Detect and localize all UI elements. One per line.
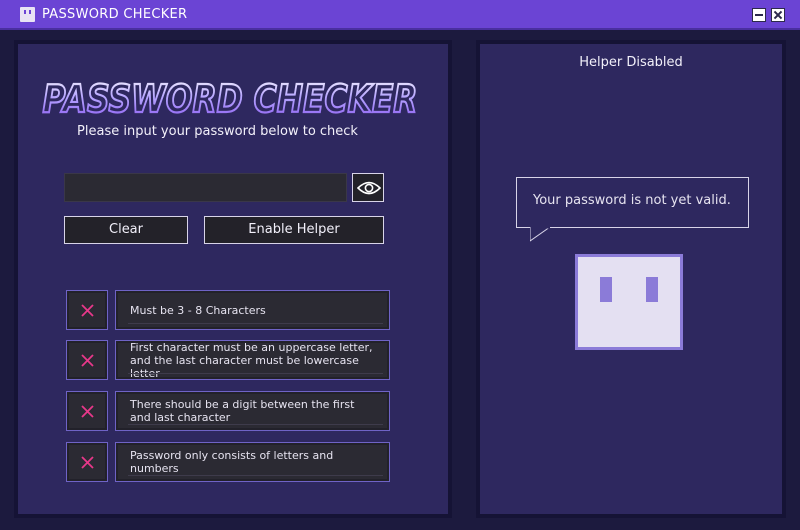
speech-bubble: Your password is not yet valid.	[516, 177, 749, 228]
app-face-icon	[20, 7, 35, 22]
rule-status-4	[66, 442, 108, 482]
rule-item: There should be a digit between the firs…	[115, 391, 390, 431]
helper-mascot	[575, 254, 683, 350]
x-icon	[81, 456, 94, 469]
speech-bubble-tail	[530, 227, 551, 242]
password-checker-logo: PASSWORD CHECKER	[41, 80, 418, 120]
eye-icon	[357, 181, 381, 195]
rule-text: Password only consists of letters and nu…	[130, 449, 334, 475]
clear-button[interactable]: Clear	[64, 216, 188, 244]
toggle-visibility-button[interactable]	[352, 173, 384, 202]
minimize-icon[interactable]	[752, 8, 766, 22]
svg-text:PASSWORD CHECKER: PASSWORD CHECKER	[43, 80, 418, 120]
window-title: PASSWORD CHECKER	[42, 7, 188, 22]
rule-item: First character must be an uppercase let…	[115, 340, 390, 380]
rule-status-2	[66, 340, 108, 380]
helper-status-label: Helper Disabled	[579, 55, 683, 70]
mascot-right-eye	[646, 277, 658, 302]
rule-text: There should be a digit between the firs…	[130, 398, 355, 424]
rule-text: Must be 3 - 8 Characters	[130, 303, 266, 317]
rule-item: Must be 3 - 8 Characters	[115, 290, 390, 330]
rule-status-3	[66, 391, 108, 431]
rule-item: Password only consists of letters and nu…	[115, 442, 390, 482]
mascot-left-eye	[600, 277, 612, 302]
close-icon[interactable]	[771, 8, 785, 22]
enable-helper-button[interactable]: Enable Helper	[204, 216, 384, 244]
x-icon	[81, 354, 94, 367]
password-input[interactable]	[64, 173, 347, 202]
instruction-text: Please input your password below to chec…	[77, 124, 358, 139]
x-icon	[81, 304, 94, 317]
title-bar: PASSWORD CHECKER	[0, 0, 800, 30]
rule-status-1	[66, 290, 108, 330]
helper-message: Your password is not yet valid.	[533, 193, 731, 208]
x-icon	[81, 405, 94, 418]
